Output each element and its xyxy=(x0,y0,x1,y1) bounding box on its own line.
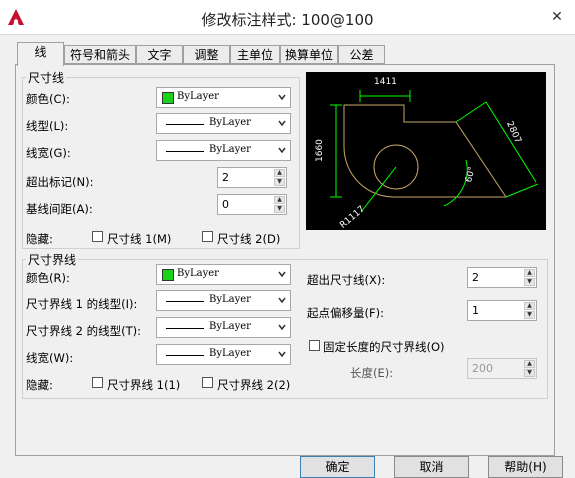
cancel-button[interactable]: 取消 xyxy=(394,456,469,478)
ok-button[interactable]: 确定 xyxy=(300,456,375,478)
ext-color-dropdown[interactable]: ByLayer xyxy=(156,264,291,285)
suppress-dim2-label: 尺寸线 2(D) xyxy=(217,232,281,246)
preview-dim-angle: 60° xyxy=(464,166,478,184)
title-bar: 修改标注样式: 100@100 ✕ xyxy=(0,0,575,35)
suppress-ext1-label: 尺寸界线 1(1) xyxy=(107,378,181,392)
spin-down-icon[interactable]: ▼ xyxy=(274,178,285,186)
window-title: 修改标注样式: 100@100 xyxy=(201,11,374,29)
ext-linetype1-dropdown[interactable]: ByLayer xyxy=(156,290,291,311)
dimension-preview: 1411 1660 2807 60° R1117 xyxy=(306,72,546,231)
dim-color-value: ByLayer xyxy=(177,91,219,102)
spin-down-icon[interactable]: ▼ xyxy=(524,278,535,286)
tab-symbols-arrows[interactable]: 符号和箭头 xyxy=(64,45,136,64)
bylayer-swatch xyxy=(162,92,174,104)
line-sample xyxy=(166,355,204,356)
ext-lines-group-label: 尺寸界线 xyxy=(26,251,79,268)
ext-lineweight-dropdown[interactable]: ByLayer xyxy=(156,344,291,365)
ext-length-label: 长度(E): xyxy=(350,366,394,380)
dim-lineweight-label: 线宽(G): xyxy=(26,146,71,160)
fixed-length-checkbox[interactable] xyxy=(309,340,320,351)
dim-extend-label: 超出标记(N): xyxy=(26,175,94,189)
dim-baseline-value: 0 xyxy=(222,198,229,211)
spin-down-icon[interactable]: ▼ xyxy=(274,205,285,213)
dim-suppress-label: 隐藏: xyxy=(26,232,53,246)
ext-lineweight-value: ByLayer xyxy=(209,348,251,359)
preview-dim-radius: R1117 xyxy=(338,204,367,230)
ext-extend-spinner[interactable]: 2 ▲ ▼ xyxy=(467,267,537,288)
preview-dim-right: 2807 xyxy=(504,120,523,145)
preview-dim-top: 1411 xyxy=(374,77,397,87)
suppress-dim1-checkbox[interactable] xyxy=(92,231,103,242)
ext-suppress-label: 隐藏: xyxy=(26,378,53,392)
dim-lineweight-dropdown[interactable]: ByLayer xyxy=(156,140,291,161)
ext-linetype2-dropdown[interactable]: ByLayer xyxy=(156,317,291,338)
dim-linetype-dropdown[interactable]: ByLayer xyxy=(156,113,291,134)
dim-linetype-label: 线型(L): xyxy=(26,119,69,133)
line-sample xyxy=(166,301,204,302)
close-icon[interactable]: ✕ xyxy=(546,6,568,28)
spin-down-icon[interactable]: ▼ xyxy=(524,311,535,319)
spin-up-icon[interactable]: ▲ xyxy=(524,269,535,277)
line-sample xyxy=(166,151,204,152)
suppress-dim2-checkbox[interactable] xyxy=(202,231,213,242)
line-sample xyxy=(166,124,204,125)
dim-color-label: 颜色(C): xyxy=(26,92,70,106)
chevron-down-icon xyxy=(278,120,286,127)
ext-extend-value: 2 xyxy=(472,271,479,284)
bylayer-swatch xyxy=(162,269,174,281)
spin-up-icon[interactable]: ▲ xyxy=(524,360,535,368)
suppress-ext1-checkbox[interactable] xyxy=(92,377,103,388)
dim-color-dropdown[interactable]: ByLayer xyxy=(156,87,291,108)
dim-lines-group-label: 尺寸线 xyxy=(26,69,67,86)
chevron-down-icon xyxy=(278,351,286,358)
preview-drawing: 1411 1660 2807 60° R1117 xyxy=(315,77,539,231)
suppress-ext2-label: 尺寸界线 2(2) xyxy=(217,378,291,392)
spin-up-icon[interactable]: ▲ xyxy=(524,302,535,310)
tab-primary-units[interactable]: 主单位 xyxy=(230,45,280,64)
dim-baseline-spinner[interactable]: 0 ▲ ▼ xyxy=(217,194,287,215)
suppress-dim1-label: 尺寸线 1(M) xyxy=(107,232,172,246)
tab-tolerances[interactable]: 公差 xyxy=(338,45,385,64)
tab-lines[interactable]: 线 xyxy=(17,42,64,66)
ext-linetype2-label: 尺寸界线 2 的线型(T): xyxy=(26,324,141,338)
ext-extend-label: 超出尺寸线(X): xyxy=(307,273,386,287)
ext-color-value: ByLayer xyxy=(177,268,219,279)
ext-linetype2-value: ByLayer xyxy=(209,321,251,332)
ext-color-label: 颜色(R): xyxy=(26,271,70,285)
chevron-down-icon xyxy=(278,324,286,331)
ext-lineweight-label: 线宽(W): xyxy=(26,351,74,365)
dim-extend-spinner[interactable]: 2 ▲ ▼ xyxy=(217,167,287,188)
ext-length-spinner[interactable]: 200 ▲ ▼ xyxy=(467,358,537,379)
ext-offset-spinner[interactable]: 1 ▲ ▼ xyxy=(467,300,537,321)
tab-alternate-units[interactable]: 换算单位 xyxy=(280,45,338,64)
ext-length-value: 200 xyxy=(472,362,493,375)
help-button[interactable]: 帮助(H) xyxy=(488,456,563,478)
dim-lineweight-value: ByLayer xyxy=(209,144,251,155)
spin-down-icon[interactable]: ▼ xyxy=(524,369,535,377)
ext-linetype1-value: ByLayer xyxy=(209,294,251,305)
tab-text[interactable]: 文字 xyxy=(136,45,183,64)
suppress-ext2-checkbox[interactable] xyxy=(202,377,213,388)
dim-linetype-value: ByLayer xyxy=(209,117,251,128)
tab-fit[interactable]: 调整 xyxy=(183,45,230,64)
dim-extend-value: 2 xyxy=(222,171,229,184)
ext-offset-label: 起点偏移量(F): xyxy=(307,306,384,320)
fixed-length-label: 固定长度的尺寸界线(O) xyxy=(323,340,445,354)
chevron-down-icon xyxy=(278,297,286,304)
preview-dim-left: 1660 xyxy=(315,139,325,162)
chevron-down-icon xyxy=(278,271,286,278)
ext-linetype1-label: 尺寸界线 1 的线型(I): xyxy=(26,297,138,311)
chevron-down-icon xyxy=(278,94,286,101)
chevron-down-icon xyxy=(278,147,286,154)
ext-offset-value: 1 xyxy=(472,304,479,317)
spin-up-icon[interactable]: ▲ xyxy=(274,196,285,204)
dim-baseline-label: 基线间距(A): xyxy=(26,202,93,216)
spin-up-icon[interactable]: ▲ xyxy=(274,169,285,177)
line-sample xyxy=(166,328,204,329)
